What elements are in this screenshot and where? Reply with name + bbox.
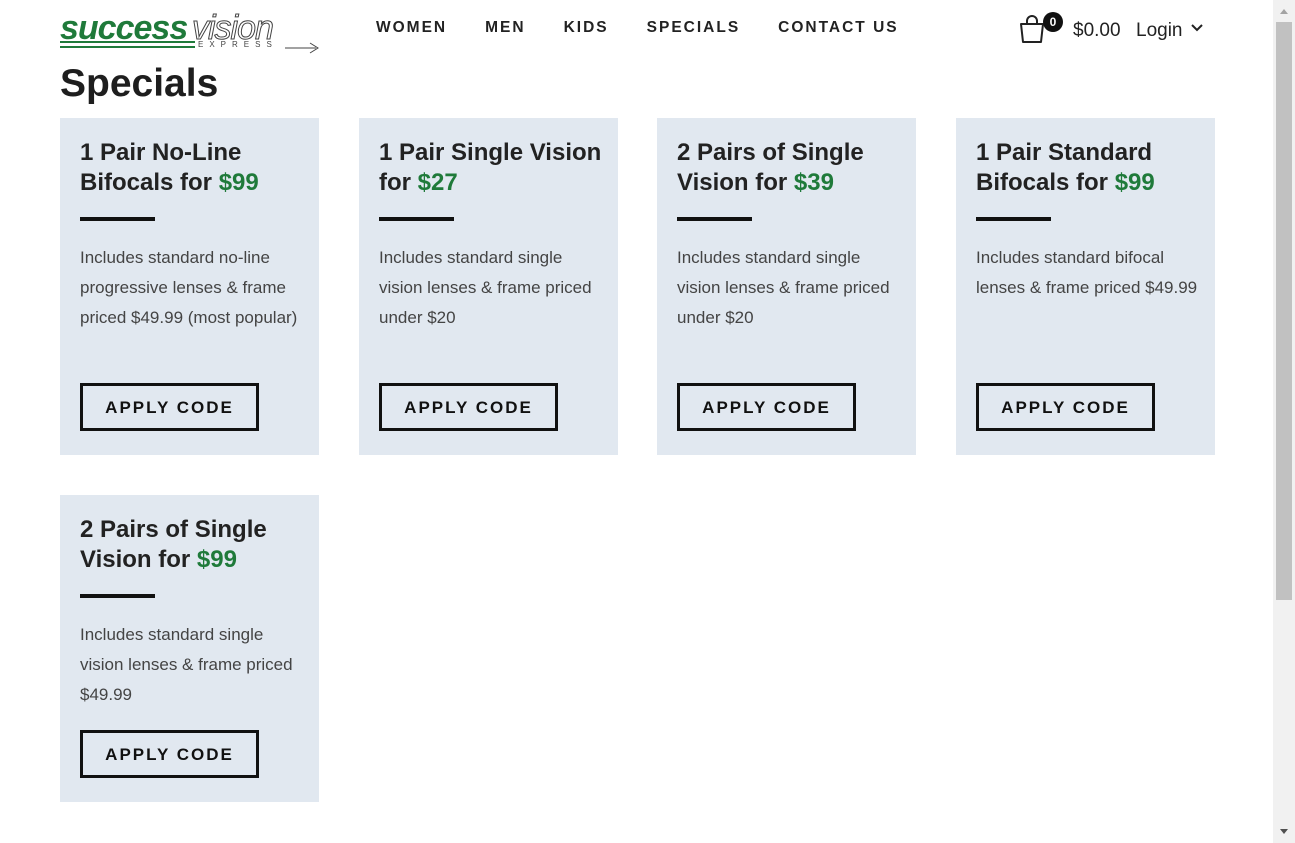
card-divider [80, 594, 155, 598]
card-price: $99 [218, 169, 259, 196]
main-nav: WOMEN MEN KIDS SPECIALS CONTACT US [376, 19, 937, 37]
card-price: $39 [793, 169, 834, 196]
chevron-down-icon[interactable] [1190, 23, 1204, 33]
site-header: success vision EXPRESS WOMEN MEN KIDS SP… [0, 0, 1273, 58]
apply-code-button[interactable]: APPLY CODE [677, 383, 856, 431]
apply-code-button[interactable]: APPLY CODE [80, 730, 259, 778]
card-description: Includes standard single vision lenses &… [80, 625, 293, 704]
nav-specials[interactable]: SPECIALS [647, 19, 741, 37]
card-description: Includes standard bifocal lenses & frame… [976, 248, 1198, 297]
nav-kids[interactable]: KIDS [564, 19, 609, 37]
card-title: 1 Pair Standard Bifocals for $99 [976, 139, 1155, 196]
special-card: 1 Pair No-Line Bifocals for $99 Includes… [60, 118, 319, 455]
special-card: 2 Pairs of Single Vision for $39 Include… [657, 118, 916, 455]
vertical-scrollbar[interactable] [1273, 0, 1295, 843]
card-price: $99 [196, 546, 237, 573]
card-price: $99 [1114, 169, 1155, 196]
special-card: 1 Pair Single Vision for $27 Includes st… [359, 118, 618, 455]
special-card: 1 Pair Standard Bifocals for $99 Include… [956, 118, 1215, 455]
scrollbar-thumb[interactable] [1276, 22, 1292, 600]
card-title: 2 Pairs of Single Vision for $99 [80, 516, 267, 573]
scroll-down-arrow-icon[interactable] [1273, 823, 1295, 841]
apply-code-button[interactable]: APPLY CODE [379, 383, 558, 431]
card-divider [677, 217, 752, 221]
card-price: $27 [417, 169, 458, 196]
card-description: Includes standard no-line progressive le… [80, 248, 298, 327]
apply-code-button[interactable]: APPLY CODE [976, 383, 1155, 431]
card-divider [80, 217, 155, 221]
card-title: 2 Pairs of Single Vision for $39 [677, 139, 864, 196]
apply-code-button[interactable]: APPLY CODE [80, 383, 259, 431]
logo-express-text: EXPRESS [198, 40, 278, 49]
nav-contact-us[interactable]: CONTACT US [778, 19, 898, 37]
card-title: 1 Pair No-Line Bifocals for $99 [80, 139, 259, 196]
nav-women[interactable]: WOMEN [376, 19, 447, 37]
site-logo[interactable]: success vision EXPRESS [60, 10, 322, 54]
cart-total[interactable]: $0.00 [1073, 20, 1121, 42]
card-divider [976, 217, 1051, 221]
nav-men[interactable]: MEN [485, 19, 525, 37]
scroll-up-arrow-icon[interactable] [1273, 2, 1295, 20]
card-description: Includes standard single vision lenses &… [379, 248, 592, 327]
special-card: 2 Pairs of Single Vision for $99 Include… [60, 495, 319, 802]
page-title: Specials [60, 62, 219, 105]
login-link[interactable]: Login [1136, 20, 1183, 42]
card-divider [379, 217, 454, 221]
card-description: Includes standard single vision lenses &… [677, 248, 890, 327]
cart-count-badge: 0 [1043, 12, 1063, 32]
logo-arrow-icon [60, 41, 319, 54]
card-title: 1 Pair Single Vision for $27 [379, 139, 602, 196]
